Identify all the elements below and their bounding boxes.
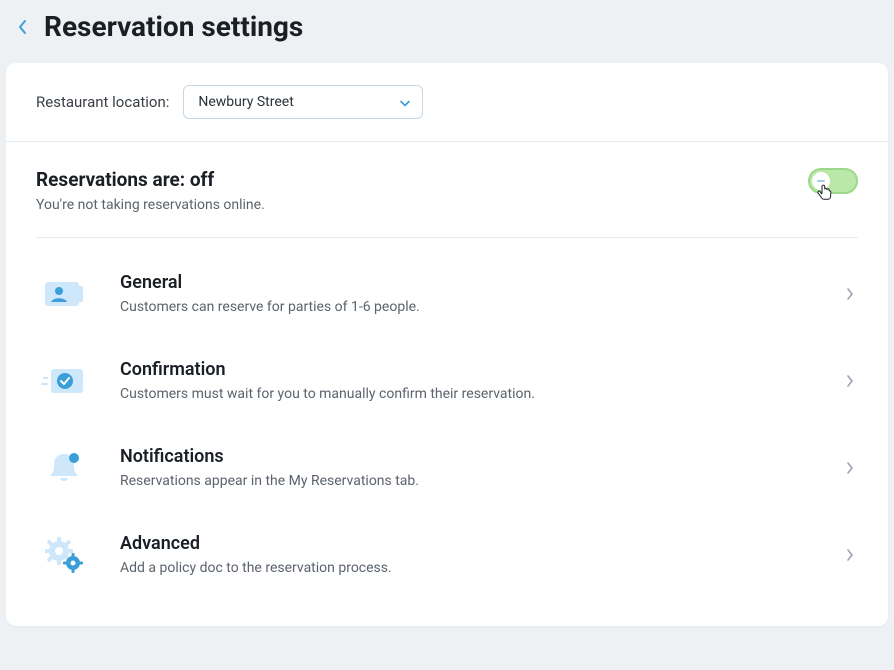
toggle-knob [812, 172, 830, 190]
status-sub: You're not taking reservations online. [36, 197, 265, 213]
chevron-right-icon [842, 548, 858, 562]
general-icon [36, 274, 92, 314]
row-advanced-desc: Add a policy doc to the reservation proc… [120, 560, 814, 576]
location-select[interactable]: Newbury Street [183, 85, 423, 119]
reservations-toggle[interactable] [808, 168, 858, 194]
row-advanced-title: Advanced [120, 533, 814, 554]
chevron-right-icon [842, 287, 858, 301]
notifications-icon [36, 448, 92, 488]
row-general-desc: Customers can reserve for parties of 1-6… [120, 299, 814, 315]
settings-list: General Customers can reserve for partie… [6, 238, 888, 626]
row-advanced[interactable]: Advanced Add a policy doc to the reserva… [36, 511, 858, 598]
status-heading: Reservations are: off [36, 168, 265, 191]
page-title: Reservation settings [44, 10, 303, 43]
status-row: Reservations are: off You're not taking … [36, 142, 858, 238]
row-confirmation-title: Confirmation [120, 359, 814, 380]
chevron-right-icon [842, 461, 858, 475]
settings-card: Restaurant location: Newbury Street Rese… [6, 63, 888, 626]
row-confirmation[interactable]: Confirmation Customers must wait for you… [36, 337, 858, 424]
row-general[interactable]: General Customers can reserve for partie… [36, 250, 858, 337]
row-general-title: General [120, 272, 814, 293]
chevron-left-icon [17, 19, 27, 35]
row-confirmation-desc: Customers must wait for you to manually … [120, 386, 814, 402]
back-button[interactable] [14, 19, 30, 35]
location-row: Restaurant location: Newbury Street [6, 63, 888, 142]
advanced-icon [36, 535, 92, 575]
chevron-right-icon [842, 374, 858, 388]
row-notifications[interactable]: Notifications Reservations appear in the… [36, 424, 858, 511]
row-notifications-desc: Reservations appear in the My Reservatio… [120, 473, 814, 489]
row-notifications-title: Notifications [120, 446, 814, 467]
confirmation-icon [36, 361, 92, 401]
location-label: Restaurant location: [36, 93, 169, 111]
location-select-value: Newbury Street [183, 85, 423, 119]
